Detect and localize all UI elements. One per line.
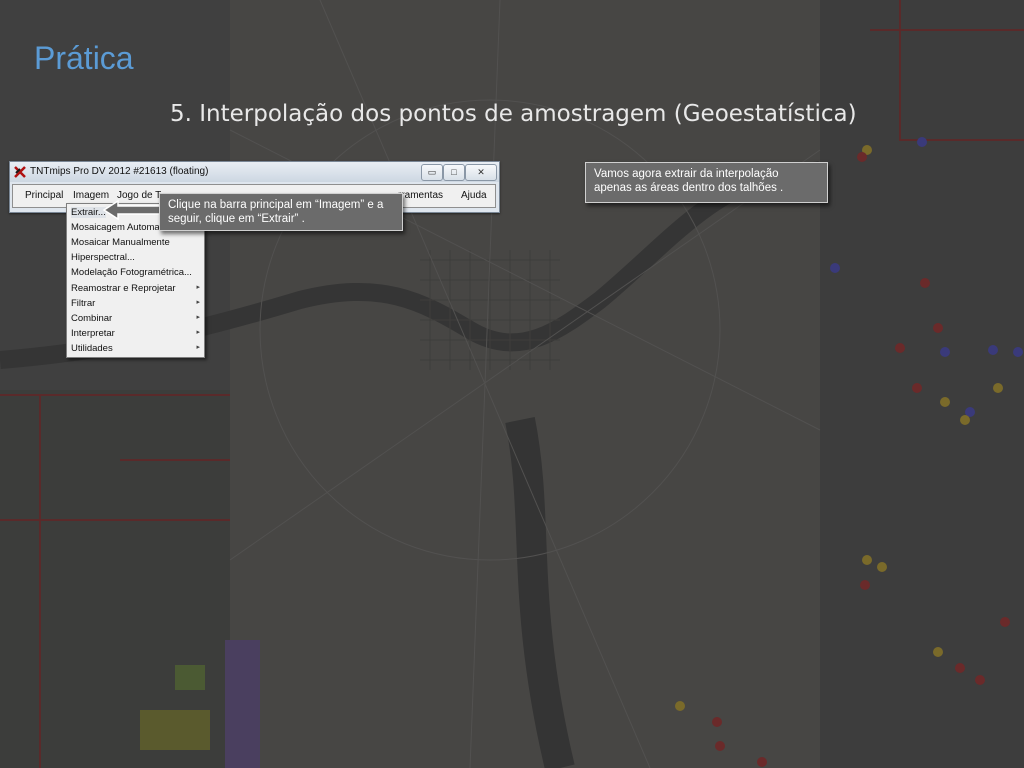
menu-ferramentas[interactable]: rramentas xyxy=(398,190,443,201)
submenu-arrow-icon: ▸ xyxy=(196,284,200,291)
submenu-arrow-icon: ▸ xyxy=(196,314,200,321)
instruction-callout-right: Vamos agora extrair da interpolação apen… xyxy=(585,162,828,203)
left-arrow-icon xyxy=(102,199,161,221)
menu-item-modelacao-fotogrametrica[interactable]: Modelação Fotogramétrica... xyxy=(67,265,204,280)
window-titlebar[interactable]: TNTmips Pro DV 2012 #21613 (floating) ▭ … xyxy=(10,162,499,182)
menu-item-label: Filtrar xyxy=(71,298,96,309)
menu-item-label: Utilidades xyxy=(71,343,113,354)
tntmips-icon xyxy=(14,166,26,178)
menu-item-combinar[interactable]: Combinar ▸ xyxy=(67,311,204,326)
menu-item-label: Extrair... xyxy=(71,207,106,218)
submenu-arrow-icon: ▸ xyxy=(196,329,200,336)
minimize-icon: ▭ xyxy=(427,167,437,177)
menu-item-mosaicar-manualmente[interactable]: Mosaicar Manualmente xyxy=(67,235,204,250)
maximize-icon: □ xyxy=(451,167,457,177)
menu-item-hiperspectral[interactable]: Hiperspectral... xyxy=(67,250,204,265)
menu-item-label: Reamostrar e Reprojetar xyxy=(71,283,176,294)
menu-item-label: Combinar xyxy=(71,313,113,324)
menu-item-filtrar[interactable]: Filtrar ▸ xyxy=(67,296,204,311)
maximize-button[interactable]: □ xyxy=(443,164,465,181)
submenu-arrow-icon: ▸ xyxy=(196,299,200,306)
minimize-button[interactable]: ▭ xyxy=(421,164,443,181)
menu-item-label: Mosaicagem Automa xyxy=(71,222,160,233)
close-icon: ✕ xyxy=(477,167,485,177)
submenu-arrow-icon: ▸ xyxy=(196,344,200,351)
menu-item-label: Interpretar xyxy=(71,328,115,339)
instruction-callout-left: Clique na barra principal em “Imagem” e … xyxy=(159,193,403,231)
menu-item-label: Mosaicar Manualmente xyxy=(71,237,170,248)
window-title: TNTmips Pro DV 2012 #21613 (floating) xyxy=(30,166,209,177)
menu-item-reamostrar-e-reprojetar[interactable]: Reamostrar e Reprojetar ▸ xyxy=(67,281,204,296)
menu-item-utilidades[interactable]: Utilidades ▸ xyxy=(67,341,204,356)
menu-principal[interactable]: Principal xyxy=(25,190,63,201)
close-button[interactable]: ✕ xyxy=(465,164,497,181)
menu-item-label: Modelação Fotogramétrica... xyxy=(71,267,192,278)
slide-subtitle: 5. Interpolação dos pontos de amostragem… xyxy=(170,101,857,127)
menu-ajuda[interactable]: Ajuda xyxy=(461,190,487,201)
slide-title: Prática xyxy=(34,40,134,76)
menu-item-interpretar[interactable]: Interpretar ▸ xyxy=(67,326,204,341)
menu-item-label: Hiperspectral... xyxy=(71,252,135,263)
